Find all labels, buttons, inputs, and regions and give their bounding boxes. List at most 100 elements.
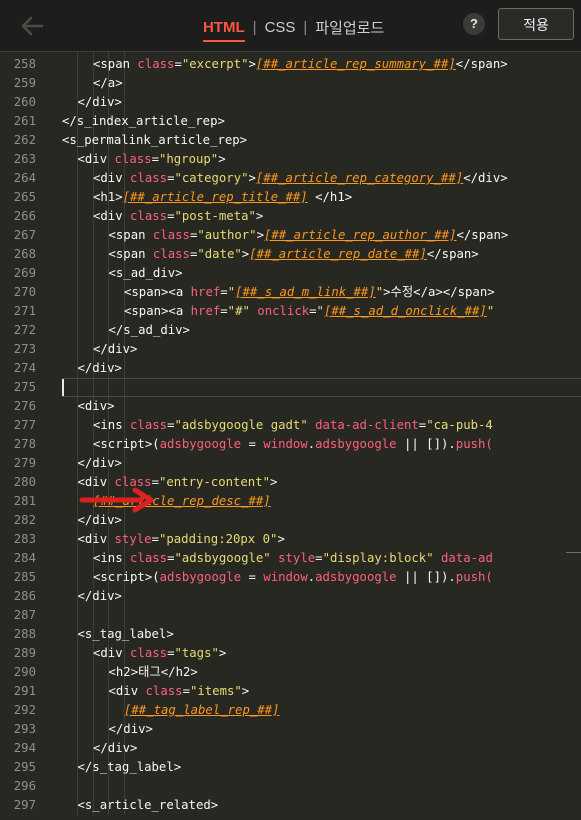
- tab-file-upload[interactable]: 파일업로드: [315, 17, 384, 38]
- code-line[interactable]: 294 </div>: [0, 739, 581, 758]
- code-line[interactable]: 291 <div class="items">: [0, 682, 581, 701]
- code-token: <span><a: [124, 285, 191, 299]
- line-number: 277: [13, 418, 36, 432]
- code-text: </div>: [78, 359, 122, 378]
- code-line[interactable]: 285 <script>(adsbygoogle = window.adsbygo…: [0, 568, 581, 587]
- code-token: <div: [77, 152, 115, 166]
- code-editor[interactable]: 258 <span class="excerpt">[##_article_rep…: [0, 52, 581, 820]
- code-token: class: [137, 57, 175, 71]
- code-line[interactable]: 264 <div class="category">[##_article_rep…: [0, 169, 581, 188]
- code-line[interactable]: 260 </div>: [0, 93, 581, 112]
- apply-button[interactable]: 적용: [498, 8, 574, 40]
- code-line[interactable]: 268 <span class="date">[##_article_rep_da…: [0, 245, 581, 264]
- code-line[interactable]: 275: [0, 378, 581, 397]
- code-line[interactable]: 269 <s_ad_div>: [0, 264, 581, 283]
- code-token: class: [130, 209, 168, 223]
- code-text: </div>: [78, 587, 122, 606]
- code-token: <script>: [93, 437, 153, 451]
- code-line[interactable]: 277 <ins class="adsbygoogle gadt" data-ad…: [0, 416, 581, 435]
- help-icon[interactable]: ?: [463, 13, 485, 35]
- editor-tabs: HTML | CSS | 파일업로드: [203, 16, 384, 42]
- code-token: "date": [197, 247, 242, 261]
- code-text: <div class="category">[##_article_rep_ca…: [93, 169, 508, 188]
- code-line[interactable]: 274 </div>: [0, 359, 581, 378]
- code-line[interactable]: 271 <span><a href="#" onclick="[##_s_ad_d…: [0, 302, 581, 321]
- code-token: <span: [108, 228, 153, 242]
- code-token: </div>: [463, 171, 508, 185]
- code-token: <s_article_related>: [77, 798, 219, 812]
- code-line[interactable]: 266 <div class="post-meta">: [0, 207, 581, 226]
- line-number: 270: [13, 285, 36, 299]
- code-line[interactable]: 283 <div style="padding:20px 0">: [0, 530, 581, 549]
- code-token: class: [152, 228, 190, 242]
- code-line[interactable]: 267 <span class="author">[##_article_rep_…: [0, 226, 581, 245]
- tab-css[interactable]: CSS: [265, 19, 296, 36]
- line-number: 288: [13, 627, 36, 641]
- code-line[interactable]: 259 </a>: [0, 74, 581, 93]
- code-token: >: [218, 152, 226, 166]
- code-token: "category": [174, 171, 249, 185]
- code-token: class: [130, 171, 168, 185]
- code-token: </s_tag_label>: [77, 760, 182, 774]
- code-line[interactable]: 290 <h2>태그</h2>: [0, 663, 581, 682]
- code-text: <span class="date">[##_article_rep_date_…: [109, 245, 479, 264]
- code-line[interactable]: 295 </s_tag_label>: [0, 758, 581, 777]
- code-line[interactable]: 258 <span class="excerpt">[##_article_rep…: [0, 55, 581, 74]
- code-token: =: [174, 57, 182, 71]
- code-line[interactable]: 262 <s_permalink_article_rep>: [0, 131, 581, 150]
- line-number: 262: [13, 133, 36, 147]
- code-line[interactable]: 286 </div>: [0, 587, 581, 606]
- code-line[interactable]: 297 <s_article_related>: [0, 796, 581, 815]
- code-line[interactable]: 272 </s_ad_div>: [0, 321, 581, 340]
- code-line[interactable]: 279 </div>: [0, 454, 581, 473]
- back-arrow-icon[interactable]: [18, 12, 46, 40]
- line-number: 263: [13, 152, 36, 166]
- code-token: window: [263, 437, 308, 451]
- code-line[interactable]: 263 <div class="hgroup">: [0, 150, 581, 169]
- code-line[interactable]: 273 </div>: [0, 340, 581, 359]
- code-token: >: [248, 171, 256, 185]
- code-token: href: [190, 285, 221, 299]
- code-line[interactable]: 276 <div>: [0, 397, 581, 416]
- scroll-marker: [566, 552, 581, 553]
- line-number: 284: [13, 551, 36, 565]
- code-token: class: [114, 152, 152, 166]
- code-line[interactable]: 288 <s_tag_label>: [0, 625, 581, 644]
- code-line[interactable]: 293 </div>: [0, 720, 581, 739]
- code-line[interactable]: 287: [0, 606, 581, 625]
- code-line[interactable]: 289 <div class="tags">: [0, 644, 581, 663]
- line-number: 267: [13, 228, 36, 242]
- line-number: 273: [13, 342, 36, 356]
- code-token: "padding:20px 0": [158, 532, 278, 546]
- line-number: 295: [13, 760, 36, 774]
- code-text: <div class="items">: [109, 682, 250, 701]
- code-token: =: [309, 304, 317, 318]
- code-line[interactable]: 270 <span><a href="[##_s_ad_m_link_##]">수…: [0, 283, 581, 302]
- line-number: 266: [13, 209, 36, 223]
- line-number: 265: [13, 190, 36, 204]
- code-token: =: [241, 437, 264, 451]
- code-token: </div>: [93, 342, 138, 356]
- code-text: <div class="tags">: [93, 644, 226, 663]
- code-line[interactable]: 296: [0, 777, 581, 796]
- editor-header: HTML | CSS | 파일업로드 ? 적용: [0, 0, 581, 52]
- line-number: 260: [13, 95, 36, 109]
- line-number: 280: [13, 475, 36, 489]
- code-line[interactable]: 278 <script>(adsbygoogle = window.adsbygo…: [0, 435, 581, 454]
- code-text: <s_permalink_article_rep>: [62, 131, 247, 150]
- code-line[interactable]: 261 </s_index_article_rep>: [0, 112, 581, 131]
- code-token: <s_permalink_article_rep>: [62, 133, 248, 147]
- code-token: ": [227, 285, 236, 299]
- code-line[interactable]: 265 <h1>[##_article_rep_title_##] </h1>: [0, 188, 581, 207]
- code-line[interactable]: 284 <ins class="adsbygoogle" style="displ…: [0, 549, 581, 568]
- code-text: <div style="padding:20px 0">: [78, 530, 285, 549]
- tab-html[interactable]: HTML: [203, 19, 245, 42]
- code-token: <ins: [93, 551, 131, 565]
- code-token: "items": [189, 684, 242, 698]
- code-text: </div>: [93, 739, 137, 758]
- code-token: <span><a: [124, 304, 191, 318]
- line-number: 283: [13, 532, 36, 546]
- code-line[interactable]: 292 [##_tag_label_rep_##]: [0, 701, 581, 720]
- line-number: 282: [13, 513, 36, 527]
